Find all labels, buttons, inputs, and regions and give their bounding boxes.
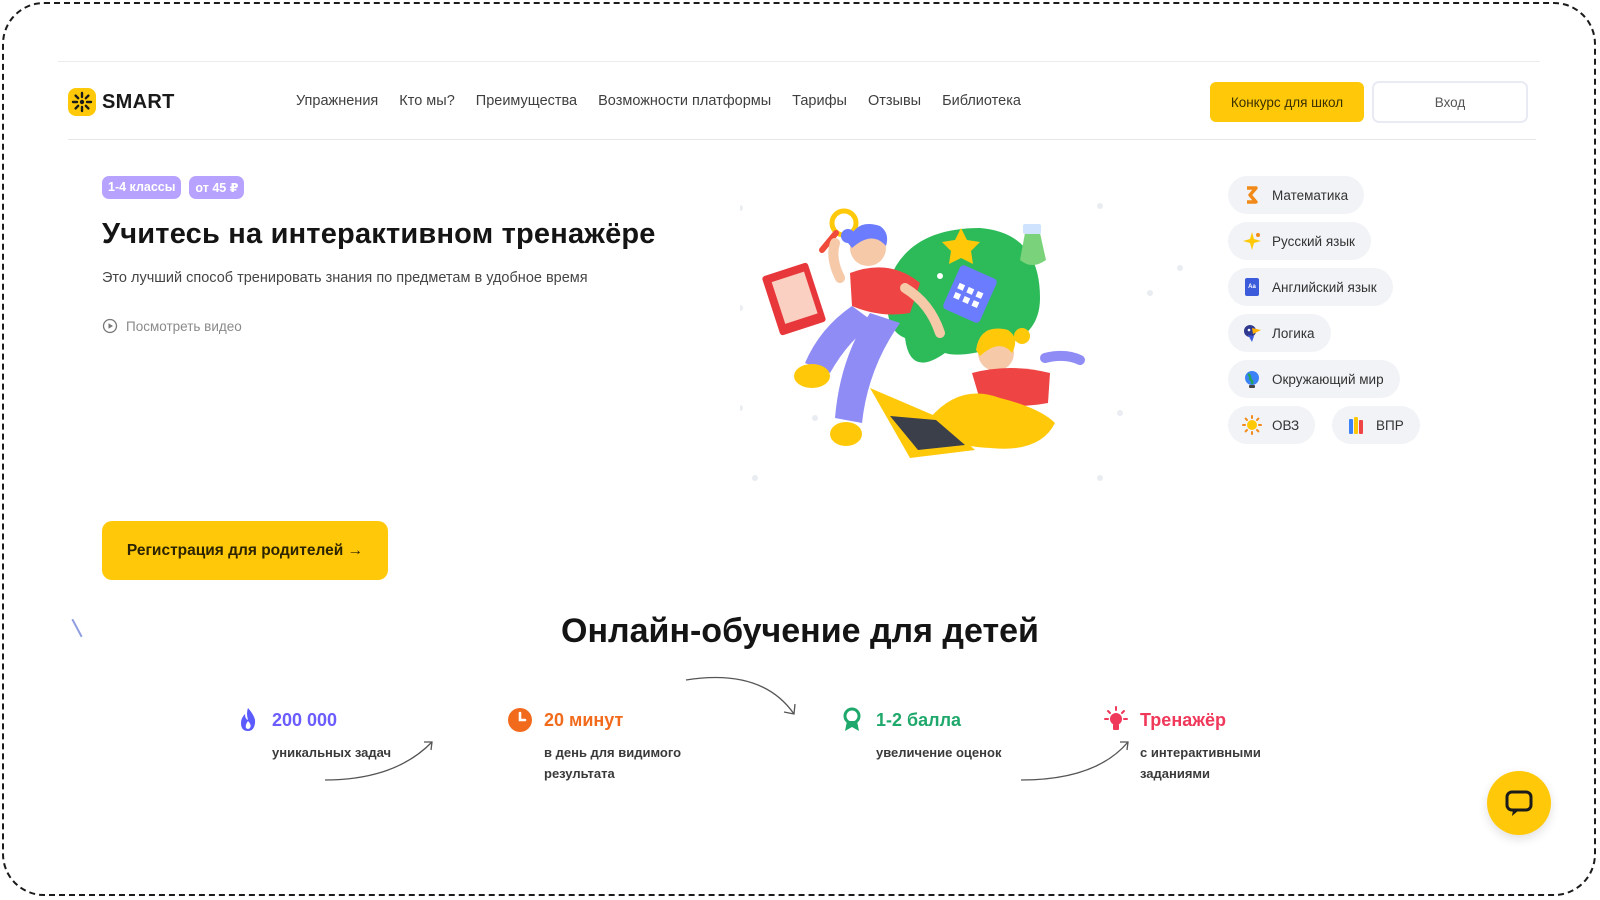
nav-exercises[interactable]: Упражнения xyxy=(296,93,378,109)
watch-video-label: Посмотреть видео xyxy=(126,318,242,334)
math-icon xyxy=(1242,185,1262,205)
toucan-icon xyxy=(1242,323,1262,343)
logo-sun-icon xyxy=(68,88,96,116)
nav-pricing[interactable]: Тарифы xyxy=(792,93,847,109)
stat-value: Тренажёр xyxy=(1140,709,1226,730)
curved-arrow-icon xyxy=(1020,741,1129,781)
clock-icon xyxy=(506,706,534,734)
main-nav: Упражнения Кто мы? Преимущества Возможно… xyxy=(296,93,1021,109)
nav-features[interactable]: Возможности платформы xyxy=(598,93,771,109)
play-circle-icon xyxy=(102,318,118,334)
logo[interactable]: SMART xyxy=(68,88,175,116)
stat-value: 20 минут xyxy=(544,709,624,730)
globe-icon xyxy=(1242,369,1262,389)
subject-label: Логика xyxy=(1272,325,1315,341)
hero-subtitle: Это лучший способ тренировать знания по … xyxy=(102,270,588,286)
stat-description: в день для видимого результата xyxy=(544,745,682,781)
stat-description: увеличение оценок xyxy=(876,745,1002,760)
section-title: Онлайн-обучение для детей xyxy=(561,612,1039,650)
subject-world[interactable]: Окружающий мир xyxy=(1228,360,1400,398)
stat-grades: 1-2 балла увеличение оценок xyxy=(838,706,1001,763)
site-header: SMART Упражнения Кто мы? Преимущества Во… xyxy=(58,62,1540,140)
sparkle-icon xyxy=(1242,231,1262,251)
logo-text: SMART xyxy=(102,90,175,113)
register-parents-button[interactable]: Регистрация для родителей → xyxy=(102,521,388,580)
contest-button[interactable]: Конкурс для школ xyxy=(1210,82,1364,122)
login-button[interactable]: Вход xyxy=(1372,81,1528,123)
lightbulb-icon xyxy=(1102,706,1130,734)
nav-advantages[interactable]: Преимущества xyxy=(476,93,577,109)
header-divider xyxy=(68,139,1536,140)
book-icon: Aa xyxy=(1242,277,1262,297)
watch-video-link[interactable]: Посмотреть видео xyxy=(102,318,242,334)
hero-badges: 1-4 классы от 45 ₽ xyxy=(102,176,245,199)
subject-math[interactable]: Математика xyxy=(1228,176,1365,214)
subject-russian[interactable]: Русский язык xyxy=(1228,222,1371,260)
fire-icon xyxy=(234,706,262,734)
subject-english[interactable]: Aa Английский язык xyxy=(1228,268,1393,306)
nav-about[interactable]: Кто мы? xyxy=(399,93,454,109)
chat-bubble-icon xyxy=(1505,790,1533,816)
subject-label: ОВЗ xyxy=(1272,417,1300,433)
stat-value: 200 000 xyxy=(272,709,338,730)
price-badge: от 45 ₽ xyxy=(189,176,245,199)
sun-icon xyxy=(1242,415,1262,435)
subject-ovz[interactable]: ОВЗ xyxy=(1228,406,1316,444)
hero-title: Учитесь на интерактивном тренажёре xyxy=(102,218,656,250)
subject-label: ВПР xyxy=(1376,417,1404,433)
nav-library[interactable]: Библиотека xyxy=(942,93,1021,109)
subject-logic[interactable]: Логика xyxy=(1228,314,1331,352)
stat-value: 1-2 балла xyxy=(876,709,962,730)
nav-reviews[interactable]: Отзывы xyxy=(868,93,921,109)
hero-illustration xyxy=(740,203,1183,481)
subject-label: Математика xyxy=(1272,187,1349,203)
svg-text:Aa: Aa xyxy=(1248,284,1256,290)
subject-label: Русский язык xyxy=(1272,233,1355,249)
stat-minutes: 20 минут в день для видимого результата xyxy=(506,706,696,784)
curved-arrow-icon xyxy=(324,741,433,781)
stat-description: с интерактивными заданиями xyxy=(1140,745,1261,781)
curved-arrow-icon xyxy=(685,676,796,715)
award-icon xyxy=(838,706,866,734)
grade-badge: 1-4 классы xyxy=(102,176,182,199)
subject-label: Английский язык xyxy=(1272,279,1377,295)
subject-label: Окружающий мир xyxy=(1272,371,1384,387)
subject-vpr[interactable]: ВПР xyxy=(1332,406,1420,444)
chat-button[interactable] xyxy=(1487,771,1551,835)
pencils-icon xyxy=(1346,415,1366,435)
